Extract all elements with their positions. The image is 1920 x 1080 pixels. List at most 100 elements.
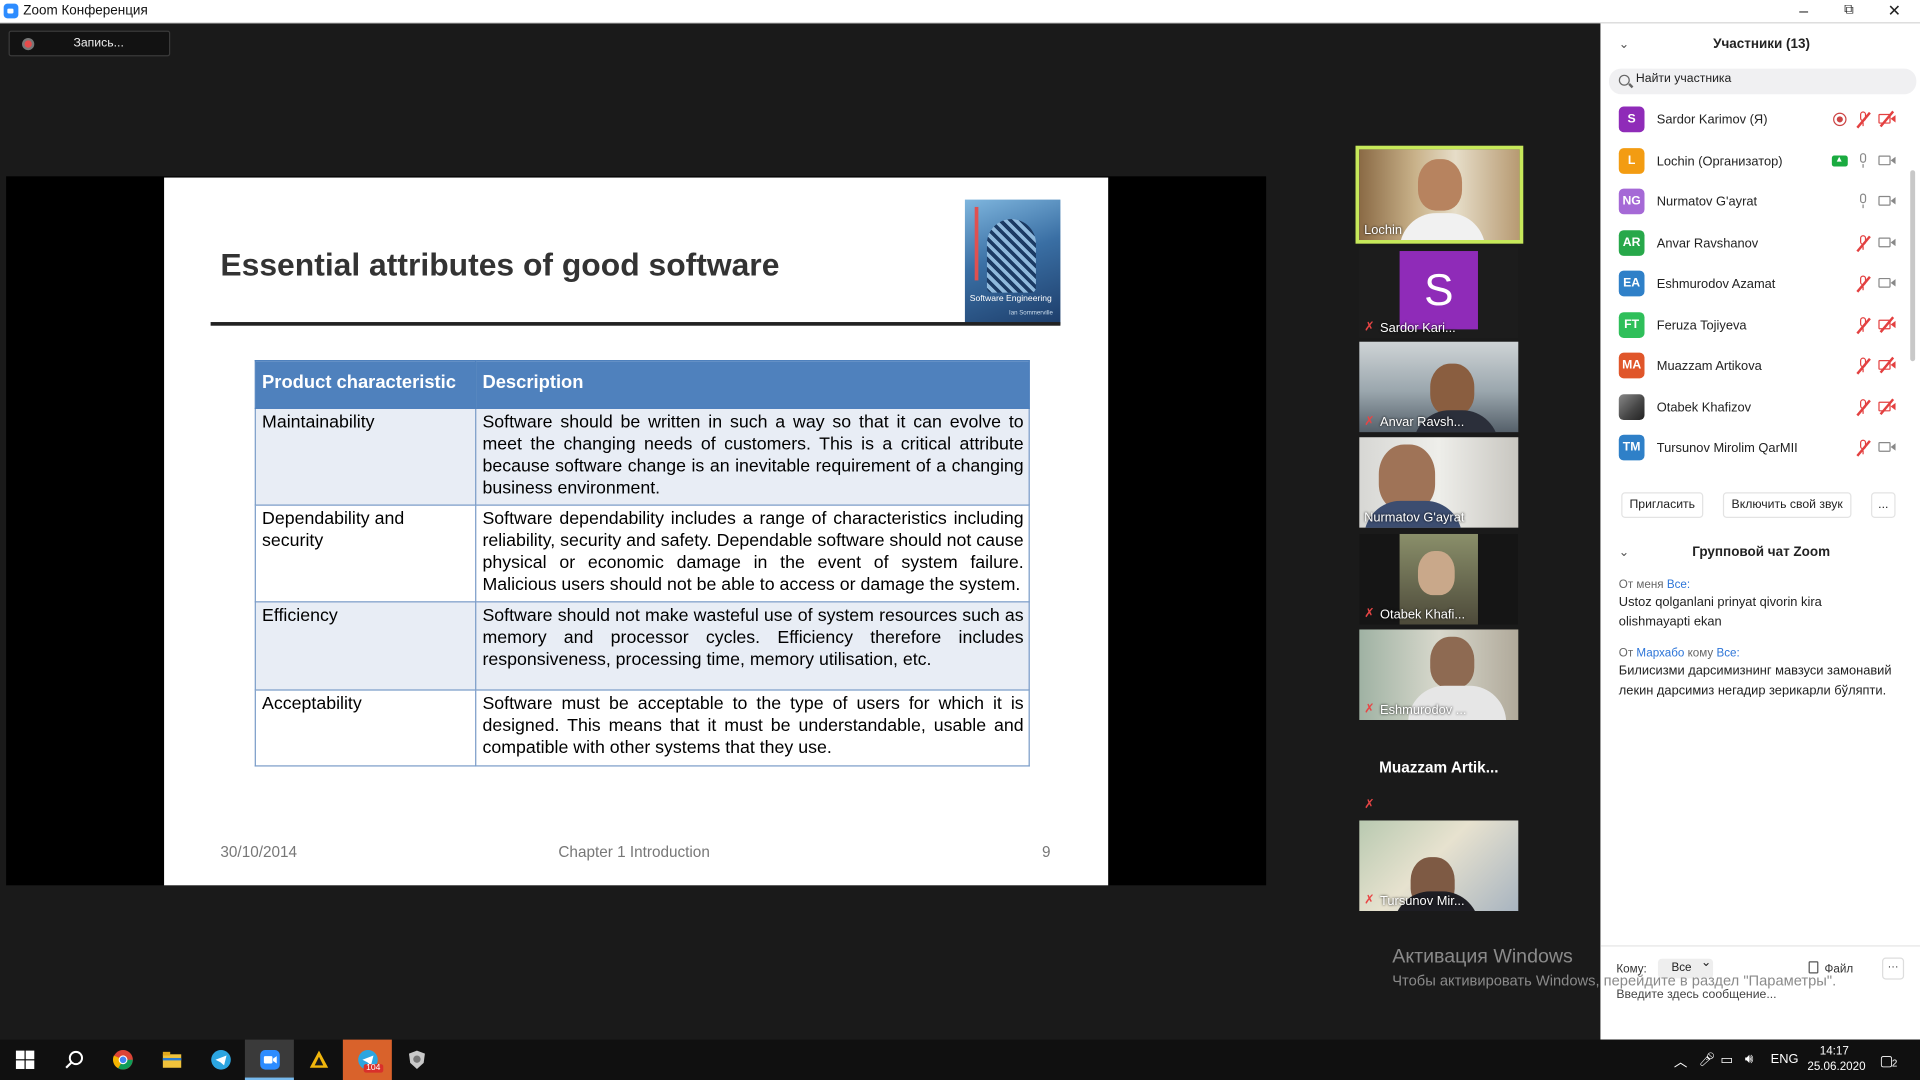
chat-header: Групповой чат Zoom (1692, 544, 1831, 560)
video-tile-muazzam[interactable]: Muazzam Artik... ✗ (1359, 724, 1519, 816)
participant-row[interactable]: TM Tursunov Mirolim QarMII (1600, 430, 1909, 467)
participant-row[interactable]: FT Feruza Tojiyeva (1600, 307, 1909, 344)
tray-clock[interactable]: 14:17 25.06.2020 (1807, 1043, 1865, 1075)
close-button[interactable]: ✕ (1882, 1, 1906, 21)
participant-row[interactable]: L Lochin (Организатор) (1600, 143, 1909, 180)
avatar: TM (1618, 434, 1645, 461)
video-tile-lochin[interactable]: Lochin (1355, 145, 1524, 244)
tray-overflow-icon[interactable]: ︿ (1674, 1052, 1687, 1072)
avatar: S (1618, 106, 1645, 133)
mic-muted-icon: ✗ (1364, 415, 1375, 429)
participant-name: Otabek Khafizov (1656, 400, 1752, 416)
video-tile-sardor[interactable]: S ✗ Sardor Kari... (1359, 247, 1519, 338)
video-tile-tursunov[interactable]: ✗ Tursunov Mir... (1359, 820, 1519, 912)
participant-row[interactable]: Otabek Khafizov (1600, 389, 1909, 426)
tray-volume-icon[interactable]: 🔊︎ (1745, 1052, 1753, 1068)
table-row: Maintainability Software should be writt… (254, 407, 1030, 506)
avatar: L (1618, 148, 1645, 174)
invite-button[interactable]: Пригласить (1621, 492, 1704, 518)
mic-muted-icon[interactable] (1856, 111, 1871, 129)
taskbar-chrome[interactable] (98, 1040, 147, 1080)
video-icon[interactable] (1878, 236, 1896, 249)
video-icon[interactable] (1878, 154, 1896, 167)
windows-activation-title: Активация Windows (1392, 946, 1573, 968)
person-shirt (1399, 213, 1486, 241)
restore-button[interactable]: ⧉ (1837, 2, 1861, 18)
collapse-participants-icon[interactable]: ⌄ (1619, 38, 1629, 51)
video-tile-anvar[interactable]: ✗ Anvar Ravsh... (1359, 341, 1519, 433)
book-title: Software Engineering (969, 295, 1052, 304)
clock-time: 14:17 (1819, 1044, 1849, 1058)
chat-more-button[interactable]: ··· (1882, 957, 1905, 980)
participants-scrollbar[interactable] (1910, 170, 1916, 362)
taskbar-explorer[interactable] (147, 1040, 196, 1080)
chat-message-meta: От Мархабо кому Все: (1619, 647, 1740, 660)
participant-search[interactable] (1608, 68, 1917, 95)
avatar: EA (1618, 270, 1645, 297)
minimize-button[interactable]: – (1791, 1, 1815, 19)
taskbar-telegram[interactable] (196, 1040, 245, 1080)
participant-row[interactable]: S Sardor Karimov (Я) (1600, 102, 1909, 139)
participant-row[interactable]: NG Nurmatov G'ayrat (1600, 184, 1909, 221)
collapse-chat-icon[interactable]: ⌄ (1619, 546, 1629, 559)
avatar: MA (1618, 352, 1645, 379)
search-input[interactable] (1635, 72, 1906, 86)
tray-language[interactable]: ENG (1771, 1052, 1799, 1067)
video-icon[interactable] (1878, 195, 1896, 208)
participant-row[interactable]: EA Eshmurodov Azamat (1600, 266, 1909, 303)
table-row: Dependability and security Software depe… (254, 504, 1030, 603)
mic-muted-icon: ✗ (1364, 320, 1375, 335)
book-cover-image: Software Engineering Ian Sommerville (964, 199, 1061, 325)
chat-message-text: Ustoz qolganlani prinyat qivorin kira ol… (1618, 595, 1822, 629)
mic-muted-icon: ✗ (1364, 607, 1375, 621)
taskbar-zoom[interactable] (244, 1039, 294, 1080)
avatar-photo (1618, 394, 1645, 421)
notification-badge: 104 (363, 1064, 383, 1073)
participant-row[interactable]: AR Anvar Ravshanov (1600, 225, 1909, 262)
taskbar-app-triangle[interactable] (294, 1040, 343, 1080)
mic-muted-icon[interactable] (1856, 235, 1871, 252)
video-off-icon[interactable] (1878, 110, 1896, 127)
video-tile-nurmatov[interactable]: Nurmatov G'ayrat (1359, 437, 1519, 528)
unmute-self-button[interactable]: Включить свой звук (1722, 492, 1852, 518)
video-tile-eshmurodov[interactable]: ✗ Eshmurodov ... (1359, 629, 1519, 721)
tray-mic-icon[interactable]: 🎤︎ (1698, 1052, 1715, 1068)
taskbar-telegram-notified[interactable]: 104 (342, 1039, 392, 1080)
meta-prefix: От меня (1618, 577, 1667, 592)
mic-muted-icon[interactable] (1856, 357, 1871, 375)
taskbar-app-shield[interactable] (392, 1040, 441, 1080)
mic-muted-icon[interactable] (1856, 399, 1871, 416)
mic-muted-icon[interactable] (1856, 275, 1871, 293)
table-header-row: Product characteristic Description (254, 360, 1030, 409)
search-icon (65, 1050, 84, 1069)
avatar: S (1399, 251, 1478, 330)
video-off-icon[interactable] (1878, 316, 1896, 333)
meta-recipient[interactable]: Все: (1667, 578, 1690, 591)
participant-row[interactable]: MA Muazzam Artikova (1600, 348, 1909, 385)
participant-name: Nurmatov G'ayrat (1656, 194, 1758, 210)
meta-recipient[interactable]: Все: (1716, 647, 1739, 660)
avatar: FT (1618, 312, 1645, 338)
participant-name: Anvar Ravshanov (1656, 236, 1759, 252)
chrome-icon (112, 1050, 133, 1070)
video-off-icon[interactable] (1878, 356, 1896, 373)
video-icon[interactable] (1878, 441, 1896, 454)
video-tile-otabek[interactable]: ✗ Otabek Khafi... (1359, 533, 1519, 625)
mic-icon[interactable] (1856, 193, 1871, 210)
window-title: Zoom Конференция (23, 3, 148, 19)
recording-indicator[interactable]: Запись... (8, 30, 171, 57)
video-off-icon[interactable] (1878, 398, 1896, 415)
table-row: Efficiency Software should not make wast… (254, 601, 1030, 691)
mic-icon[interactable] (1856, 153, 1871, 170)
start-button[interactable] (0, 1040, 49, 1080)
chat-message-input[interactable] (1616, 988, 1905, 1002)
mic-muted-icon[interactable] (1856, 439, 1871, 457)
participant-name: Eshmurodov Azamat (1656, 276, 1776, 292)
search-button[interactable] (49, 1040, 98, 1080)
more-options-button[interactable]: ... (1871, 492, 1896, 518)
tray-network-icon[interactable]: ▭ (1720, 1052, 1733, 1068)
tile-name: Anvar Ravsh... (1380, 415, 1465, 430)
mic-muted-icon[interactable] (1856, 317, 1871, 334)
meta-sender[interactable]: Мархабо (1636, 647, 1684, 660)
video-icon[interactable] (1878, 277, 1896, 290)
